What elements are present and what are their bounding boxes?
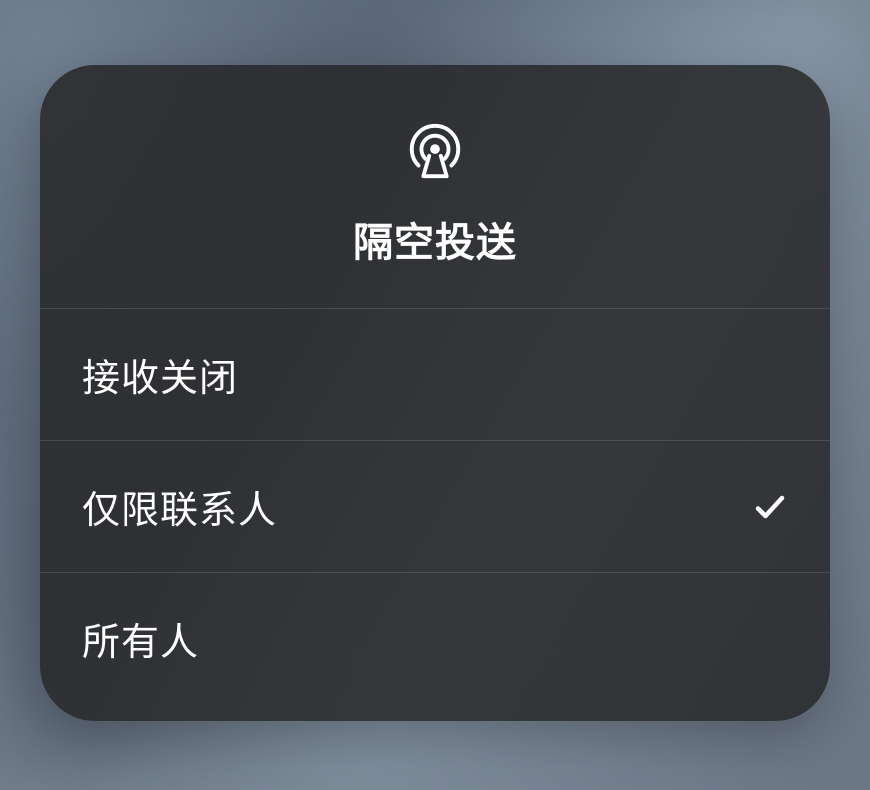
option-label: 所有人 [82, 611, 199, 666]
airdrop-panel: 隔空投送 接收关闭 仅限联系人 所有人 [40, 65, 830, 721]
panel-header: 隔空投送 [40, 65, 830, 309]
panel-title: 隔空投送 [353, 210, 517, 268]
options-list: 接收关闭 仅限联系人 所有人 [40, 309, 830, 721]
option-label: 接收关闭 [82, 347, 238, 402]
option-receiving-off[interactable]: 接收关闭 [40, 309, 830, 441]
airdrop-icon [404, 120, 466, 182]
option-contacts-only[interactable]: 仅限联系人 [40, 441, 830, 573]
checkmark-icon [752, 489, 788, 525]
option-label: 仅限联系人 [82, 479, 277, 534]
option-everyone[interactable]: 所有人 [40, 573, 830, 721]
